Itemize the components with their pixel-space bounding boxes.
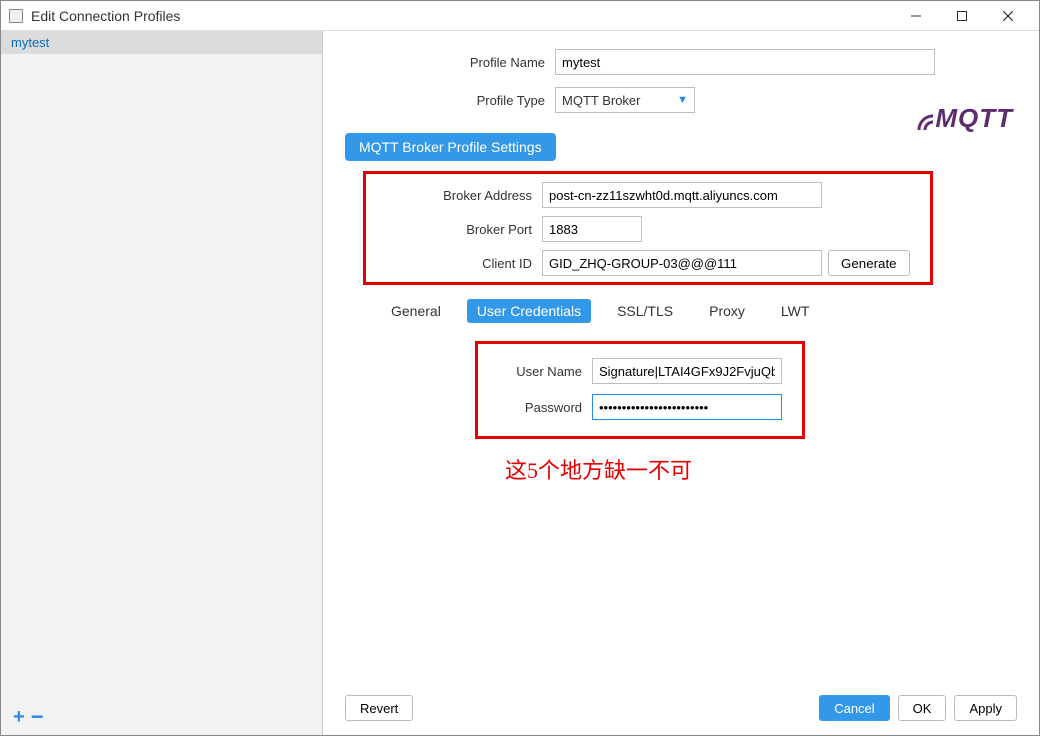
tab-bar: General User Credentials SSL/TLS Proxy L…	[345, 299, 1017, 323]
apply-button[interactable]: Apply	[954, 695, 1017, 721]
broker-settings-highlight: Broker Address Broker Port Client ID Gen…	[363, 171, 933, 285]
password-input[interactable]	[592, 394, 782, 420]
broker-address-label: Broker Address	[372, 188, 542, 203]
profile-name-input[interactable]	[555, 49, 935, 75]
client-id-label: Client ID	[372, 256, 542, 271]
username-label: User Name	[492, 364, 592, 379]
close-button[interactable]	[985, 1, 1031, 31]
tab-user-credentials[interactable]: User Credentials	[467, 299, 591, 323]
broker-port-input[interactable]	[542, 216, 642, 242]
tab-proxy[interactable]: Proxy	[699, 299, 755, 323]
annotation-note: 这5个地方缺一不可	[505, 453, 1017, 485]
username-input[interactable]	[592, 358, 782, 384]
client-id-input[interactable]	[542, 250, 822, 276]
titlebar: Edit Connection Profiles	[1, 1, 1039, 31]
remove-profile-button[interactable]: −	[31, 704, 44, 730]
profile-list-item[interactable]: mytest	[1, 31, 322, 54]
window-title: Edit Connection Profiles	[31, 8, 180, 24]
credentials-highlight: User Name Password	[475, 341, 805, 439]
minimize-button[interactable]	[893, 1, 939, 31]
footer-bar: Revert Cancel OK Apply	[345, 685, 1017, 721]
section-heading: MQTT Broker Profile Settings	[345, 133, 556, 161]
password-label: Password	[492, 400, 592, 415]
sidebar-toolbar: + −	[1, 699, 322, 735]
add-profile-button[interactable]: +	[13, 706, 25, 729]
tab-lwt[interactable]: LWT	[771, 299, 820, 323]
broker-port-label: Broker Port	[372, 222, 542, 237]
chevron-down-icon: ▼	[677, 94, 688, 106]
profile-list: mytest	[1, 31, 322, 699]
profile-type-value: MQTT Broker	[562, 93, 641, 108]
profile-type-label: Profile Type	[345, 93, 555, 108]
app-icon	[9, 9, 23, 23]
profile-name-label: Profile Name	[345, 55, 555, 70]
content-pane: Profile Name Profile Type MQTT Broker ▼ …	[323, 31, 1039, 735]
sidebar: mytest + −	[1, 31, 323, 735]
generate-button[interactable]: Generate	[828, 250, 910, 276]
maximize-button[interactable]	[939, 1, 985, 31]
ok-button[interactable]: OK	[898, 695, 947, 721]
mqtt-logo: MQTT	[909, 103, 1013, 134]
profile-type-dropdown[interactable]: MQTT Broker ▼	[555, 87, 695, 113]
revert-button[interactable]: Revert	[345, 695, 413, 721]
mqtt-arc-icon	[909, 106, 933, 130]
cancel-button[interactable]: Cancel	[819, 695, 889, 721]
tab-ssl-tls[interactable]: SSL/TLS	[607, 299, 683, 323]
broker-address-input[interactable]	[542, 182, 822, 208]
tab-general[interactable]: General	[381, 299, 451, 323]
